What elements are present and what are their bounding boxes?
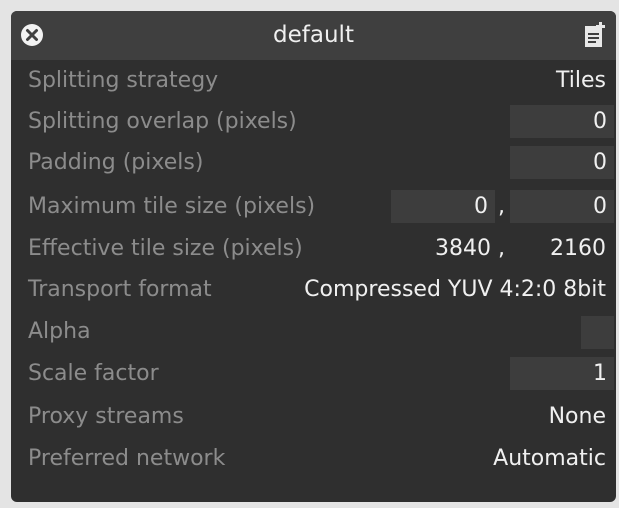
row-scale-factor: Scale factor 1 — [11, 354, 616, 394]
splitting-overlap-input[interactable]: 0 — [510, 105, 614, 138]
document-add-icon[interactable] — [584, 22, 606, 48]
padding-input[interactable]: 0 — [510, 146, 614, 179]
alpha-label: Alpha — [28, 319, 91, 344]
row-effective-tile-size: Effective tile size (pixels) 3840 , 2160 — [11, 229, 616, 269]
padding-label: Padding (pixels) — [28, 150, 204, 175]
scale-factor-label: Scale factor — [28, 361, 159, 386]
preferred-network-label: Preferred network — [28, 446, 226, 471]
effective-tile-size-label: Effective tile size (pixels) — [28, 236, 303, 261]
row-padding: Padding (pixels) 0 — [11, 143, 616, 183]
effective-tile-width: 3840 — [435, 236, 491, 261]
panel-header: default — [11, 11, 616, 60]
row-transport-format: Transport format Compressed YUV 4:2:0 8b… — [11, 270, 616, 310]
transport-format-label: Transport format — [28, 277, 212, 302]
max-tile-separator: , — [498, 194, 505, 219]
proxy-streams-label: Proxy streams — [28, 404, 184, 429]
row-max-tile-size: Maximum tile size (pixels) 0 , 0 — [11, 187, 616, 227]
row-splitting-overlap: Splitting overlap (pixels) 0 — [11, 102, 616, 142]
preferred-network-dropdown[interactable]: Automatic — [493, 439, 606, 479]
max-tile-size-label: Maximum tile size (pixels) — [28, 194, 316, 219]
row-proxy-streams: Proxy streams None — [11, 397, 616, 437]
effective-tile-separator: , — [498, 236, 505, 261]
alpha-checkbox[interactable] — [581, 316, 614, 349]
splitting-overlap-label: Splitting overlap (pixels) — [28, 109, 297, 134]
row-preferred-network: Preferred network Automatic — [11, 439, 616, 479]
transport-format-dropdown[interactable]: Compressed YUV 4:2:0 8bit — [304, 270, 606, 310]
panel-title: default — [273, 22, 354, 48]
row-alpha: Alpha — [11, 312, 616, 352]
max-tile-height-input[interactable]: 0 — [510, 190, 614, 223]
splitting-strategy-dropdown[interactable]: Tiles — [556, 61, 606, 101]
effective-tile-height: 2160 — [550, 236, 606, 261]
max-tile-width-input[interactable]: 0 — [391, 190, 495, 223]
proxy-streams-dropdown[interactable]: None — [549, 397, 606, 437]
splitting-strategy-label: Splitting strategy — [28, 68, 219, 93]
settings-panel: default Splitting strategy Tiles Splitti… — [11, 11, 616, 502]
row-splitting-strategy: Splitting strategy Tiles — [11, 61, 616, 101]
scale-factor-input[interactable]: 1 — [510, 357, 614, 390]
